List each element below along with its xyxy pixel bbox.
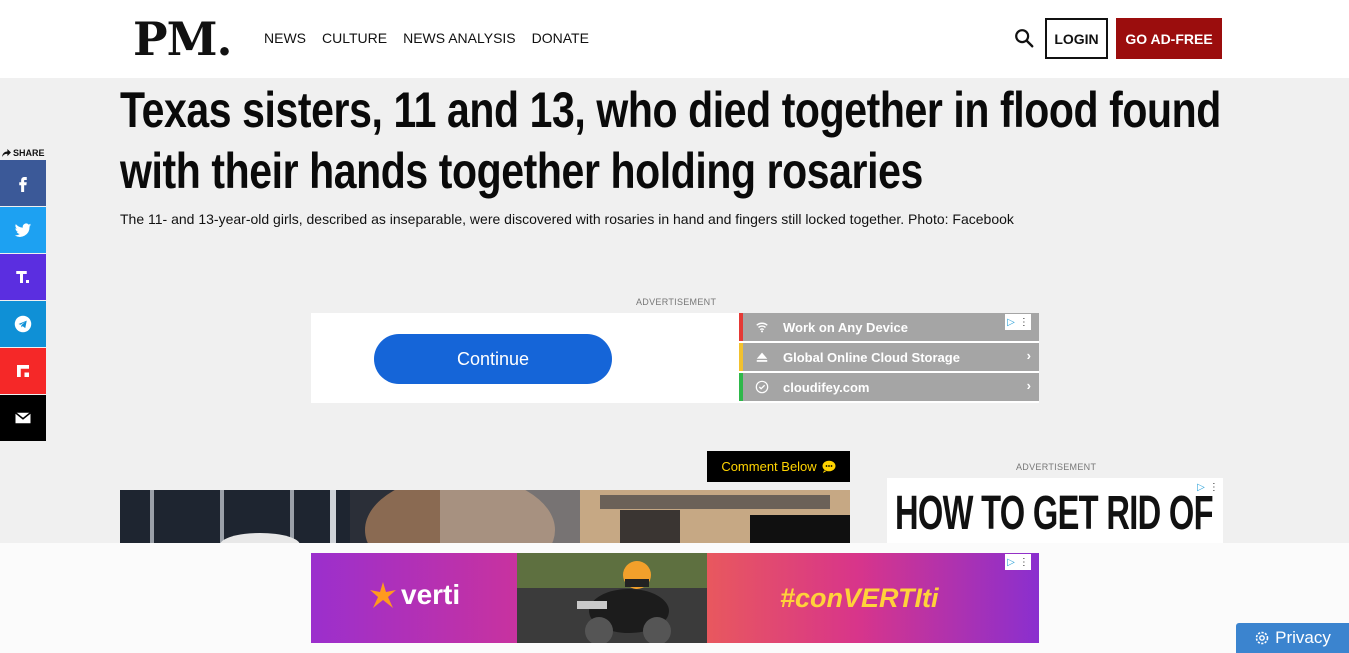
ad-link-row[interactable]: Work on Any Device — [739, 313, 1039, 341]
headline-line-1: Texas sisters, 11 and 13, who died toget… — [120, 82, 1221, 138]
right-ad-headline: HOW TO GET RID OF — [895, 487, 1214, 540]
ad-link-row[interactable]: Global Online Cloud Storage › — [739, 343, 1039, 371]
flipboard-icon — [17, 365, 29, 377]
right-ad-banner[interactable]: HOW TO GET RID OF ▷ ⋮ — [887, 478, 1223, 548]
ad-row-bar — [739, 313, 743, 341]
comment-below-label: Comment Below — [721, 459, 817, 474]
main-nav: NEWS CULTURE NEWS ANALYSIS DONATE — [264, 30, 589, 46]
site-logo[interactable]: PM. — [133, 12, 233, 66]
article-image — [120, 490, 850, 550]
share-label-text: SHARE — [13, 148, 45, 158]
ad-slogan: #conVERTIti — [780, 583, 939, 613]
ad-row-text: Global Online Cloud Storage — [783, 349, 960, 365]
share-email-button[interactable] — [0, 395, 46, 441]
verti-logo: verti — [369, 579, 460, 611]
adchoices-icon[interactable]: ▷ ⋮ — [1005, 554, 1031, 570]
twitter-icon — [14, 223, 32, 237]
privacy-settings-button[interactable]: Privacy — [1236, 623, 1349, 653]
ad-row-text: cloudifey.com — [783, 379, 870, 395]
share-arrow-icon — [2, 149, 11, 157]
ad-row-text: Work on Any Device — [783, 319, 908, 335]
site-header: PM. NEWS CULTURE NEWS ANALYSIS DONATE LO… — [0, 0, 1349, 78]
adchoices-icon[interactable]: ▷ ⋮ — [1195, 479, 1221, 495]
nav-news-analysis[interactable]: NEWS ANALYSIS — [403, 30, 516, 46]
share-facebook-button[interactable] — [0, 160, 46, 206]
ad-photo-panel — [517, 553, 707, 643]
article-subhead: The 11- and 13-year-old girls, described… — [120, 211, 1014, 227]
ad-label-top: ADVERTISEMENT — [636, 297, 717, 307]
comment-bubble-icon — [822, 460, 836, 473]
gear-icon — [1255, 631, 1269, 645]
facebook-icon — [19, 177, 27, 192]
share-telegram-button[interactable] — [0, 301, 46, 347]
telegram-icon — [14, 315, 32, 333]
chevron-right-icon: › — [1026, 348, 1031, 363]
ad-brand-panel: verti — [311, 553, 517, 643]
chevron-right-icon: › — [1026, 378, 1031, 393]
ad-brand-name: verti — [401, 579, 461, 610]
headline-line-2: with their hands together holding rosari… — [120, 143, 923, 199]
login-button[interactable]: LOGIN — [1045, 18, 1108, 59]
ad-row-bar — [739, 343, 743, 371]
article-headline: Texas sisters, 11 and 13, who died toget… — [120, 80, 1221, 202]
top-ad-banner[interactable]: Continue Work on Any Device Global Onlin… — [311, 313, 1039, 403]
share-truth-social-button[interactable] — [0, 254, 46, 300]
ad-row-bar — [739, 373, 743, 401]
adchoices-icon[interactable]: ▷ ⋮ — [1005, 314, 1031, 330]
ad-slogan-panel: #conVERTIti — [707, 553, 1039, 643]
bottom-ad-banner[interactable]: verti #conVERTIti ▷ ⋮ — [311, 553, 1039, 643]
ad-label-right: ADVERTISEMENT — [1016, 462, 1097, 472]
share-label: SHARE — [2, 148, 45, 158]
ad-continue-button[interactable]: Continue — [374, 334, 612, 384]
nav-culture[interactable]: CULTURE — [322, 30, 387, 46]
ad-link-list: Work on Any Device Global Online Cloud S… — [739, 313, 1039, 403]
search-icon[interactable] — [1013, 27, 1035, 49]
share-flipboard-button[interactable] — [0, 348, 46, 394]
nav-news[interactable]: NEWS — [264, 30, 306, 46]
eject-icon — [756, 352, 768, 362]
share-twitter-button[interactable] — [0, 207, 46, 253]
ad-link-row[interactable]: cloudifey.com › — [739, 373, 1039, 401]
privacy-label: Privacy — [1275, 628, 1331, 647]
email-icon — [15, 412, 31, 424]
verti-star-icon — [370, 582, 396, 608]
truth-social-icon — [16, 271, 29, 283]
check-circle-icon — [755, 380, 769, 394]
go-ad-free-button[interactable]: GO AD-FREE — [1116, 18, 1222, 59]
comment-below-button[interactable]: Comment Below — [707, 451, 850, 482]
nav-donate[interactable]: DONATE — [532, 30, 589, 46]
wifi-icon — [756, 322, 768, 333]
